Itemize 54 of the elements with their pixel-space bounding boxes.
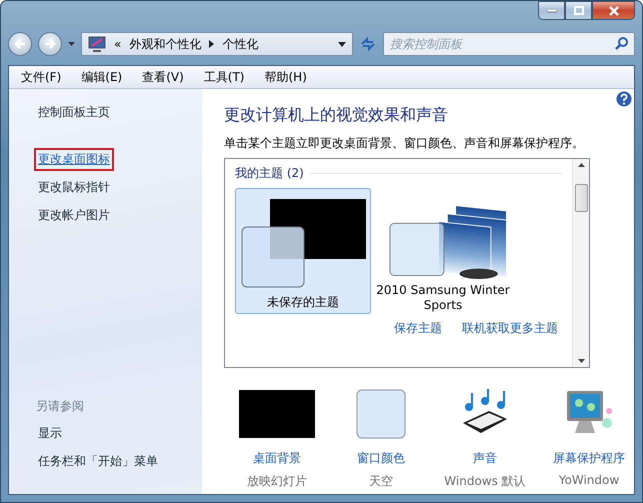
search-field[interactable]: 搜索控制面板: [383, 32, 635, 56]
setting-link[interactable]: 窗口颜色: [357, 450, 405, 467]
chevron-right-icon: [209, 40, 214, 48]
theme-name: 未保存的主题: [267, 295, 339, 310]
setting-value: Windows 默认: [444, 473, 526, 490]
theme-name: 2010 Samsung Winter Sports: [376, 283, 510, 313]
menu-item[interactable]: 文件(F): [13, 68, 70, 86]
scroll-down-icon[interactable]: [578, 359, 584, 363]
close-button[interactable]: [592, 1, 635, 20]
theme-link[interactable]: 保存主题: [394, 320, 442, 337]
scrollbar-thumb[interactable]: [574, 184, 588, 212]
monitor-icon: [88, 36, 106, 52]
theme-link[interactable]: 联机获取更多主题: [462, 320, 558, 337]
sidebar-link[interactable]: 更改鼠标指针: [36, 178, 112, 197]
window-color-swatch: [356, 389, 406, 439]
setting-value: 放映幻灯片: [247, 473, 307, 490]
setting-link[interactable]: 屏幕保护程序: [553, 450, 625, 467]
setting-link[interactable]: 声音: [473, 450, 497, 467]
group-header: 我的主题 (2): [235, 165, 304, 182]
forward-button[interactable]: [38, 32, 62, 56]
address-bar[interactable]: « 外观和个性化 个性化: [81, 32, 353, 56]
sidebar-link[interactable]: 任务栏和「开始」菜单: [36, 452, 160, 471]
maximize-icon: [574, 6, 584, 15]
minimize-button[interactable]: [538, 1, 565, 20]
breadcrumb-item[interactable]: 个性化: [222, 36, 258, 52]
setting-value: 天空: [369, 473, 393, 490]
right-arrow-icon: [44, 39, 56, 49]
menu-item[interactable]: 帮助(H): [256, 68, 315, 86]
scrollbar[interactable]: [572, 159, 589, 367]
menu-item[interactable]: 查看(V): [134, 68, 192, 86]
setting-link[interactable]: 桌面背景: [253, 450, 301, 467]
see-also-heading: 另请参阅: [36, 398, 85, 415]
theme-tile[interactable]: 未保存的主题: [235, 188, 371, 314]
breadcrumb-overflow[interactable]: «: [114, 37, 122, 51]
theme-tile[interactable]: 2010 Samsung Winter Sports: [375, 188, 511, 314]
menu-item[interactable]: 编辑(E): [73, 68, 130, 86]
sidebar-link[interactable]: 更改帐户图片: [36, 206, 112, 225]
setting-value: YoWindow: [558, 473, 620, 487]
scroll-up-icon[interactable]: [578, 163, 584, 167]
maximize-button[interactable]: [565, 1, 592, 20]
close-icon: [608, 6, 618, 16]
page-description: 单击某个主题立即更改桌面背景、窗口颜色、声音和屏幕保护程序。: [224, 135, 585, 152]
minimize-icon: [546, 8, 556, 12]
sidebar-link[interactable]: 更改桌面图标: [36, 150, 112, 169]
menu-item[interactable]: 工具(T): [196, 68, 252, 86]
breadcrumb-item[interactable]: 外观和个性化: [129, 36, 202, 52]
back-button[interactable]: [8, 32, 32, 56]
search-icon: [615, 37, 628, 50]
page-title: 更改计算机上的视觉效果和声音: [224, 105, 449, 126]
sidebar-link[interactable]: 控制面板主页: [36, 103, 112, 122]
sidebar-link[interactable]: 显示: [36, 424, 64, 443]
left-arrow-icon: [14, 39, 26, 49]
help-icon[interactable]: [616, 91, 632, 107]
dropdown-caret-icon[interactable]: [338, 42, 346, 46]
